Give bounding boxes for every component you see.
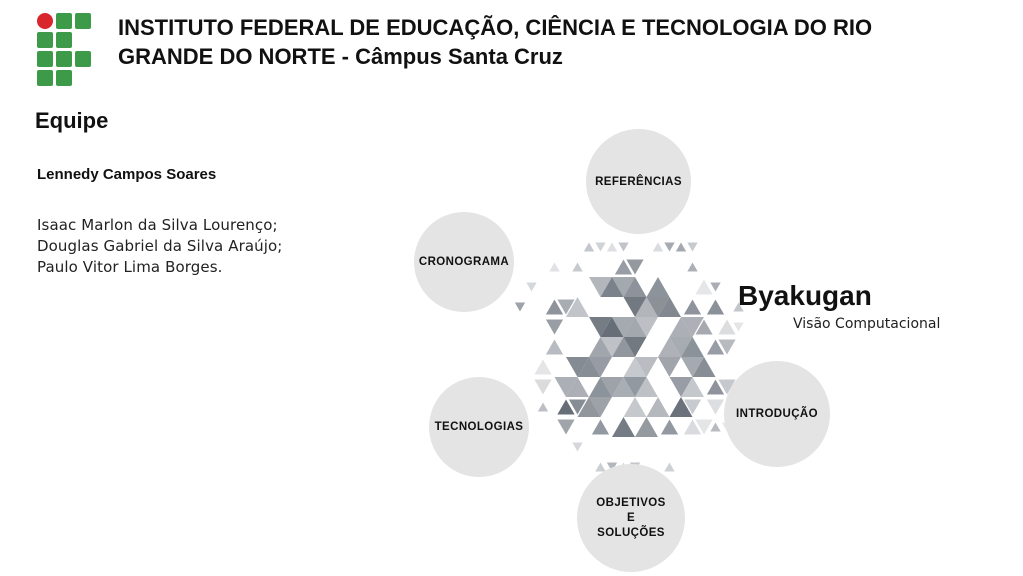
pattern-triangle <box>534 379 552 395</box>
nav-objetivos-label-line: SOLUÇÕES <box>597 526 665 539</box>
pattern-triangle <box>675 242 687 252</box>
nav-objetivos-button[interactable]: OBJETIVOS E SOLUÇÕES <box>577 464 685 572</box>
project-title: Byakugan <box>738 280 872 311</box>
pattern-triangle <box>618 242 629 252</box>
pattern-triangle <box>652 242 664 252</box>
nav-tecnologias-button[interactable]: TECNOLOGIAS <box>429 377 529 477</box>
pattern-triangle <box>623 397 647 417</box>
pattern-triangle <box>695 279 713 295</box>
pattern-triangle <box>635 417 658 437</box>
pattern-triangle <box>664 242 675 252</box>
pattern-triangle <box>526 282 537 292</box>
pattern-triangle <box>706 299 725 315</box>
pattern-triangle <box>534 359 552 375</box>
pattern-triangle <box>687 262 698 272</box>
pattern-triangle <box>660 419 679 435</box>
pattern-triangle <box>549 262 560 272</box>
pattern-triangle <box>710 422 721 432</box>
pattern-triangle <box>706 399 725 415</box>
nav-cronograma-label: CRONOGRAMA <box>418 256 510 268</box>
nav-referencias-button[interactable]: REFERÊNCIAS <box>586 129 691 234</box>
pattern-triangle <box>646 277 670 297</box>
pattern-triangle <box>557 419 575 435</box>
pattern-triangle <box>545 319 564 335</box>
pattern-triangle <box>733 322 744 332</box>
nav-introducao-button[interactable]: INTRODUÇÃO <box>724 361 830 467</box>
pattern-triangle <box>545 339 564 355</box>
pattern-triangle <box>537 402 549 412</box>
pattern-triangle <box>572 262 583 272</box>
project-subtitle: Visão Computacional <box>793 316 941 332</box>
nav-introducao-label: INTRODUÇÃO <box>736 408 818 420</box>
pattern-triangle <box>718 319 736 335</box>
pattern-triangle <box>591 419 610 435</box>
pattern-triangle <box>664 462 675 472</box>
pattern-triangle <box>683 299 702 315</box>
pattern-triangle <box>595 242 606 252</box>
nav-cronograma-button[interactable]: CRONOGRAMA <box>414 212 514 312</box>
pattern-triangle <box>572 442 583 452</box>
pattern-triangle <box>687 242 698 252</box>
pattern-triangle <box>514 302 526 312</box>
nav-tecnologias-label: TECNOLOGIAS <box>434 421 524 433</box>
nav-objetivos-label-line: OBJETIVOS <box>596 496 666 509</box>
pattern-triangle <box>658 357 681 377</box>
nav-referencias-label: REFERÊNCIAS <box>595 175 682 188</box>
pattern-triangle <box>612 417 635 437</box>
nav-objetivos-label-line: E <box>626 511 636 524</box>
pattern-triangle <box>710 282 721 292</box>
pattern-triangle <box>583 242 595 252</box>
pattern-triangle <box>606 242 618 252</box>
pattern-triangle <box>646 397 670 417</box>
